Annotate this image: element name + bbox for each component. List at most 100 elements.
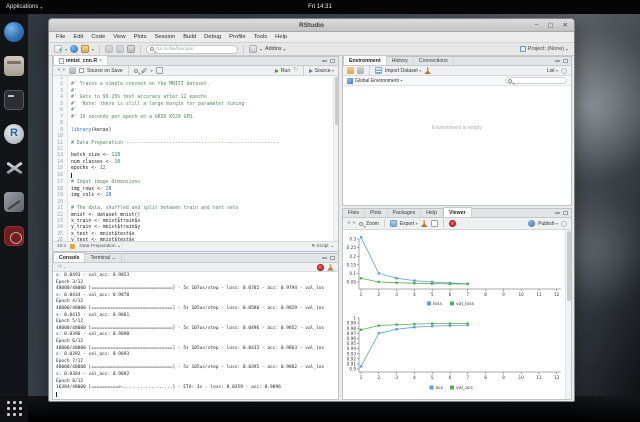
stop-app-icon[interactable]	[449, 220, 456, 227]
menu-plots[interactable]: Plots	[134, 34, 147, 40]
menu-help[interactable]: Help	[275, 34, 287, 40]
tab-viewer[interactable]: Viewer	[443, 207, 472, 217]
close-window-icon[interactable]: ✕	[563, 21, 568, 29]
utility-icon[interactable]	[4, 192, 24, 212]
doc-type-selector[interactable]: R Script ⌄	[312, 244, 334, 249]
menu-debug[interactable]: Debug	[204, 34, 221, 40]
menu-view[interactable]: View	[113, 34, 125, 40]
menu-tools[interactable]: Tools	[254, 34, 268, 40]
rerun-icon[interactable]: ↻	[293, 67, 298, 74]
save-icon[interactable]	[69, 67, 76, 74]
tab-help[interactable]: Help	[421, 208, 443, 217]
print-icon[interactable]	[127, 45, 135, 53]
tab-plots[interactable]: Plots	[365, 208, 388, 217]
minimize-window-icon[interactable]: –	[535, 21, 539, 29]
list-view-selector[interactable]: List ▾	[547, 68, 558, 74]
open-file-icon[interactable]	[81, 45, 89, 53]
menu-session[interactable]: Session	[155, 34, 176, 40]
menu-build[interactable]: Build	[183, 34, 196, 40]
forward-icon[interactable]: ▸	[353, 220, 356, 227]
clear-console-icon[interactable]	[327, 264, 334, 271]
minimize-pane-icon[interactable]	[555, 211, 560, 214]
tools-icon[interactable]	[4, 158, 24, 178]
minimize-pane-icon[interactable]	[322, 59, 327, 62]
save-icon[interactable]	[105, 45, 113, 53]
scrollbar-thumb[interactable]	[335, 77, 339, 125]
browser-icon[interactable]	[4, 22, 24, 42]
export-button[interactable]: Export ▾	[400, 221, 418, 227]
back-icon[interactable]: ◂	[347, 220, 350, 227]
scrollbar-thumb[interactable]	[567, 231, 571, 301]
project-selector[interactable]: Project: (None) ▾	[520, 46, 568, 52]
terminal-icon[interactable]	[4, 90, 24, 110]
tab-history[interactable]: History	[387, 56, 414, 65]
new-file-icon[interactable]	[54, 45, 62, 53]
maximize-pane-icon[interactable]	[563, 59, 568, 63]
back-icon[interactable]: ◂	[57, 67, 60, 74]
tab-connections[interactable]: Connections	[414, 56, 454, 65]
import-dataset-button[interactable]: Import Dataset ▾	[385, 68, 421, 74]
environment-search-input[interactable]	[505, 77, 567, 84]
tab-packages[interactable]: Packages	[388, 208, 422, 217]
clear-environment-icon[interactable]	[424, 67, 431, 74]
chevron-down-icon[interactable]: ▾	[92, 47, 94, 52]
refresh-icon[interactable]	[561, 68, 567, 74]
zoom-button[interactable]: Zoom	[366, 221, 379, 227]
menu-code[interactable]: Code	[91, 34, 105, 40]
show-applications-icon[interactable]	[4, 398, 24, 418]
new-project-icon[interactable]	[70, 45, 78, 53]
window-titlebar[interactable]: RStudio – ▢ ✕	[49, 19, 574, 32]
viewer-scrollbar[interactable]	[565, 230, 571, 399]
maximize-pane-icon[interactable]	[330, 256, 335, 260]
package-icon[interactable]	[4, 226, 24, 246]
maximize-pane-icon[interactable]	[330, 59, 335, 63]
source-on-save-checkbox[interactable]	[79, 68, 84, 73]
menu-file[interactable]: File	[56, 34, 65, 40]
console-output[interactable]: s: 0.0493 - val_acc: 0.9853Epoch 3/12480…	[53, 272, 338, 399]
compile-report-icon[interactable]	[156, 67, 163, 74]
menu-profile[interactable]: Profile	[229, 34, 245, 40]
environment-scope-selector[interactable]: Global Environment ▾	[355, 78, 402, 84]
chevron-down-icon[interactable]: ▾	[260, 47, 262, 52]
find-replace-icon[interactable]	[134, 69, 138, 73]
clock[interactable]: Fri 14:31	[0, 4, 640, 10]
maximize-window-icon[interactable]: ▢	[547, 21, 553, 29]
load-workspace-icon[interactable]	[347, 67, 354, 74]
tab-console[interactable]: Console	[53, 252, 85, 262]
viewer-pane: FilesPlotsPackagesHelpViewer ◂ ▸ Zoom Ex…	[342, 208, 572, 400]
rstudio-dock-icon[interactable]: R	[4, 124, 24, 144]
forward-icon[interactable]: ▸	[63, 67, 66, 74]
file-manager-icon[interactable]	[4, 56, 24, 76]
svg-text:10: 10	[519, 375, 525, 380]
clear-viewer-icon[interactable]	[421, 220, 428, 227]
maximize-pane-icon[interactable]	[563, 211, 568, 215]
tab-environment[interactable]: Environment	[343, 55, 387, 65]
tab-mnist-cnn[interactable]: mnist_cnn.R ×	[53, 55, 108, 65]
code-editor[interactable]: 12#' Trains a simple convnet on the MNIS…	[53, 76, 338, 241]
addins-button[interactable]: Addins ▾	[265, 46, 286, 52]
close-tab-icon[interactable]: ×	[99, 58, 102, 64]
tab-files[interactable]: Files	[343, 208, 365, 217]
code-segment: epochs <-	[71, 166, 100, 171]
tab-terminal[interactable]: Terminal ⌄	[85, 253, 121, 262]
workspace-panes-icon[interactable]	[249, 45, 257, 53]
source-button[interactable]: Source ▾	[309, 68, 334, 74]
refresh-icon[interactable]	[561, 221, 567, 227]
chevron-down-icon[interactable]: ▾	[151, 68, 153, 73]
code-tools-icon[interactable]	[141, 67, 148, 74]
run-button[interactable]: Run	[275, 68, 290, 74]
save-all-icon[interactable]	[116, 45, 124, 53]
menu-edit[interactable]: Edit	[73, 34, 83, 40]
save-workspace-icon[interactable]	[357, 67, 364, 74]
open-in-window-icon[interactable]	[431, 220, 438, 227]
editor-scrollbar[interactable]	[333, 76, 338, 241]
source-on-save-label: Source on Save	[87, 68, 123, 74]
minimize-pane-icon[interactable]	[322, 256, 327, 259]
section-navigator[interactable]: Data Preparation ⌄	[79, 244, 121, 249]
chevron-down-icon[interactable]: ▾	[65, 47, 67, 52]
publish-button[interactable]: Publish ▾	[538, 221, 558, 227]
working-directory[interactable]: ~/ ⌄	[57, 264, 66, 270]
goto-file-function-input[interactable]: Go to file/function	[146, 45, 238, 54]
minimize-pane-icon[interactable]	[555, 59, 560, 62]
stop-icon[interactable]	[317, 264, 324, 271]
